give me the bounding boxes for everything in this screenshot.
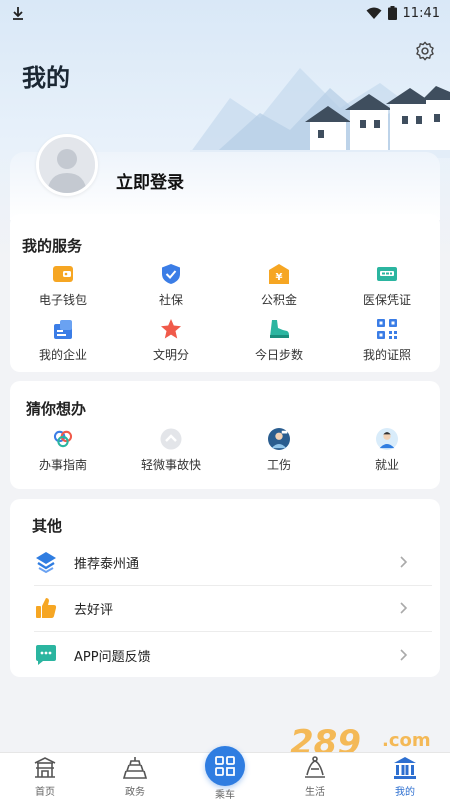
my-services-title: 我的服务	[22, 237, 83, 255]
other-label: APP问题反馈	[74, 649, 151, 665]
service-housing-fund[interactable]: ¥ 公积金	[234, 263, 324, 308]
thumbs-up-icon	[34, 596, 58, 620]
settings-gear-icon[interactable]	[414, 40, 436, 62]
tab-home[interactable]: 首页	[10, 755, 80, 798]
tab-label: 生活	[305, 787, 325, 798]
guess-item-guide[interactable]: 办事指南	[18, 428, 108, 473]
guess-item-minor-accident[interactable]: 轻微事故快	[126, 428, 216, 473]
tab-life[interactable]: 生活	[280, 755, 350, 798]
service-medical-insurance[interactable]: 医保凭证	[342, 263, 432, 308]
page-title: 我的	[22, 64, 70, 92]
svg-text:¥: ¥	[276, 272, 283, 283]
tab-label: 首页	[35, 787, 55, 798]
fund-icon: ¥	[268, 263, 290, 285]
avatar[interactable]	[36, 134, 98, 196]
guess-label: 就业	[374, 458, 399, 472]
feedback-chat-icon	[34, 643, 58, 667]
guide-rings-icon	[52, 428, 74, 450]
guess-title: 猜你想办	[26, 400, 87, 418]
injury-avatar-icon	[268, 428, 290, 450]
battery-icon	[387, 6, 397, 20]
tab-ride[interactable]	[205, 746, 245, 786]
tab-government[interactable]: 政务	[100, 755, 170, 798]
car-accident-icon	[160, 428, 182, 450]
service-label: 我的企业	[38, 348, 87, 362]
tab-ride-label: 乘车	[215, 790, 235, 800]
service-social-security[interactable]: 社保	[126, 263, 216, 308]
give-rating-row[interactable]: 去好评	[22, 585, 432, 631]
chevron-right-icon	[400, 556, 408, 568]
login-link[interactable]: 立即登录	[116, 168, 184, 193]
default-avatar-icon	[39, 137, 95, 193]
shield-check-icon	[160, 263, 182, 285]
medical-card-icon	[376, 263, 398, 285]
star-badge-icon	[160, 318, 182, 340]
download-icon	[13, 7, 23, 20]
service-label: 文明分	[152, 348, 189, 362]
home-gate-icon	[32, 755, 58, 781]
service-label: 医保凭证	[362, 293, 411, 307]
bus-code-icon	[215, 756, 235, 776]
life-icon	[302, 755, 328, 781]
qr-code-icon	[376, 318, 398, 340]
museum-icon	[392, 755, 418, 781]
tab-label: 我的	[395, 787, 415, 798]
service-my-licenses[interactable]: 我的证照	[342, 318, 432, 363]
status-bar: 11:41	[0, 0, 450, 26]
job-avatar-icon	[376, 428, 398, 450]
service-civility-score[interactable]: 文明分	[126, 318, 216, 363]
shoe-icon	[268, 318, 290, 340]
other-label: 去好评	[74, 602, 114, 618]
chevron-right-icon	[400, 602, 408, 614]
service-label: 我的证照	[362, 348, 411, 362]
guess-label: 工伤	[266, 458, 291, 472]
recommend-app-row[interactable]: 推荐泰州通	[22, 539, 432, 585]
guess-label: 轻微事故快	[140, 458, 201, 472]
recommend-logo-icon	[34, 550, 58, 574]
tab-label: 政务	[125, 787, 145, 798]
service-my-enterprise[interactable]: 我的企业	[18, 318, 108, 363]
service-label: 社保	[158, 293, 183, 307]
svg-text:.com: .com	[382, 730, 431, 751]
tab-mine[interactable]: 我的	[370, 755, 440, 798]
service-label: 电子钱包	[38, 293, 87, 307]
tower-icon	[122, 755, 148, 781]
service-label: 今日步数	[254, 348, 303, 362]
feedback-row[interactable]: APP问题反馈	[22, 632, 432, 678]
service-label: 公积金	[260, 293, 297, 307]
status-time: 11:41	[402, 5, 440, 21]
guess-label: 办事指南	[38, 458, 87, 472]
guess-item-employment[interactable]: 就业	[342, 428, 432, 473]
enterprise-icon	[52, 318, 74, 340]
wifi-icon	[366, 7, 382, 19]
service-today-steps[interactable]: 今日步数	[234, 318, 324, 363]
scenery-illustration	[190, 68, 450, 158]
guess-item-work-injury[interactable]: 工伤	[234, 428, 324, 473]
service-e-wallet[interactable]: 电子钱包	[18, 263, 108, 308]
chevron-right-icon	[400, 649, 408, 661]
other-title: 其他	[32, 517, 63, 535]
other-label: 推荐泰州通	[74, 556, 140, 572]
wallet-icon	[52, 263, 74, 285]
